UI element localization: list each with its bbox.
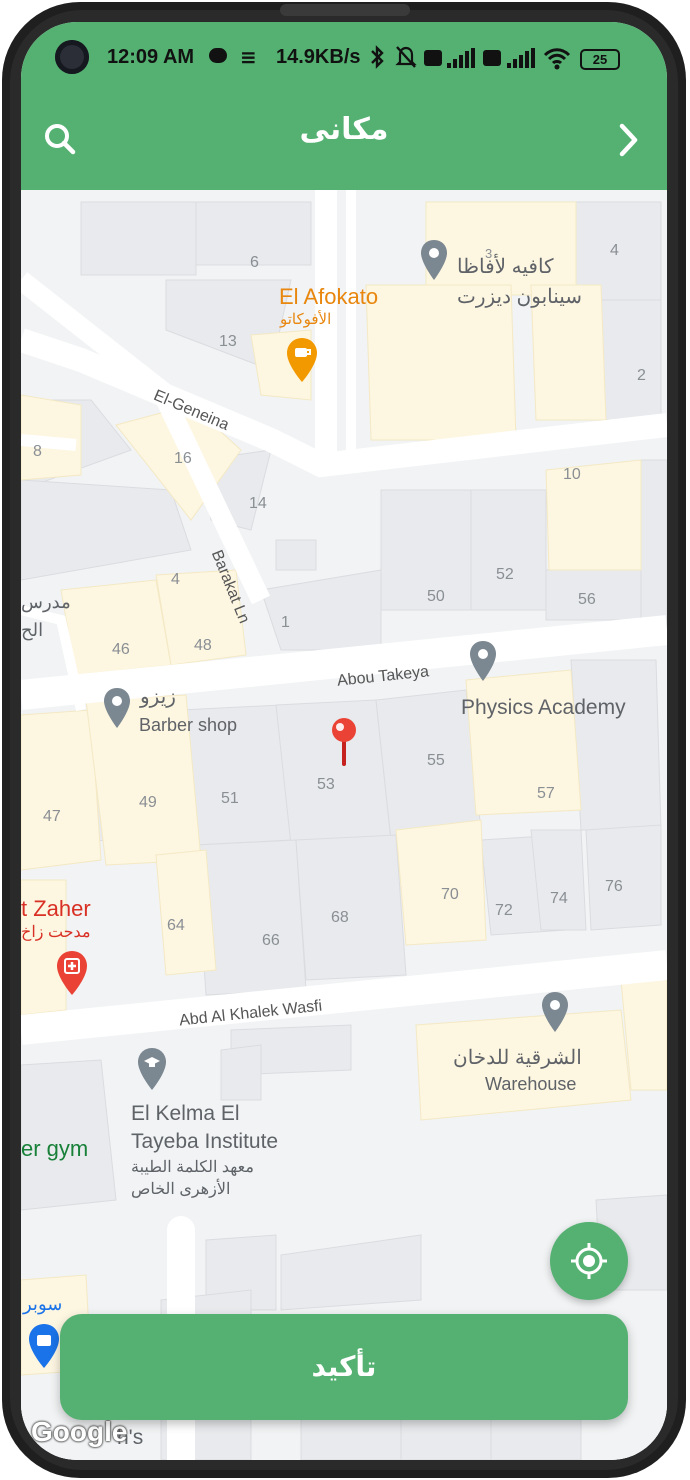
building-number: 55 bbox=[427, 752, 445, 769]
volte-icon-2 bbox=[483, 50, 501, 66]
building-number: 4 bbox=[171, 571, 180, 588]
poi-cafe-arabic-1: كافيه لأفاظا bbox=[457, 256, 554, 278]
app-bar: مكانى bbox=[21, 94, 667, 190]
network-speed: 14.9KB/s bbox=[276, 46, 361, 68]
status-bar: 12:09 AM ≡ 14.9KB/s 25 bbox=[21, 22, 667, 94]
poi-market-arabic: سوبر bbox=[23, 1294, 63, 1314]
poi-barber-arabic: زيزو bbox=[140, 686, 176, 708]
building-number: 14 bbox=[249, 495, 267, 512]
building-number: 74 bbox=[550, 890, 568, 907]
selected-location-pin-icon[interactable] bbox=[329, 716, 359, 766]
place-pin-icon[interactable] bbox=[419, 238, 449, 286]
building-number: 57 bbox=[537, 785, 555, 802]
wifi-icon bbox=[543, 48, 571, 70]
school-pin-icon[interactable] bbox=[136, 1046, 168, 1096]
place-pin-icon[interactable] bbox=[468, 639, 498, 687]
poi-zaher-arabic: مدحت زاخ bbox=[21, 924, 91, 941]
poi-afokato-name: El Afokato bbox=[279, 284, 379, 309]
building-number: 8 bbox=[33, 443, 42, 460]
building-number: 66 bbox=[262, 932, 280, 949]
poi-cafe-arabic-2: سينابون ديزرت bbox=[457, 286, 583, 308]
building-number: 50 bbox=[427, 588, 445, 605]
message-icon bbox=[209, 48, 227, 63]
building-number: 49 bbox=[139, 794, 157, 811]
map-view[interactable]: El-Geneina Barakat Ln Abou Takeya Abd Al… bbox=[21, 190, 667, 1460]
building-number: 16 bbox=[174, 450, 192, 467]
building-number: 51 bbox=[221, 790, 239, 807]
poi-kelma-name-1: El Kelma El bbox=[131, 1102, 240, 1125]
shopping-pin-icon[interactable] bbox=[27, 1322, 61, 1374]
poi-kelma-arabic-2: الأزهرى الخاص bbox=[131, 1181, 231, 1198]
building-number: 48 bbox=[194, 637, 212, 654]
poi-afokato-arabic: الأفوكاتو bbox=[280, 311, 332, 328]
my-location-button[interactable] bbox=[550, 1222, 628, 1300]
page-title: مكانى bbox=[299, 112, 389, 147]
poi-warehouse-arabic: الشرقية للدخان bbox=[453, 1047, 582, 1069]
google-logo: Google bbox=[31, 1416, 128, 1447]
building-number: 52 bbox=[496, 566, 514, 583]
building-number: 70 bbox=[441, 886, 459, 903]
screen: 12:09 AM ≡ 14.9KB/s 25 مكانى El-Geneina … bbox=[21, 22, 667, 1460]
confirm-button[interactable]: تأكيد bbox=[60, 1314, 628, 1420]
poi-school-arabic-1: مدرس bbox=[21, 592, 71, 612]
building-number: 53 bbox=[317, 776, 335, 793]
signal-icon-2 bbox=[507, 48, 535, 68]
building-number: 1 bbox=[281, 614, 290, 631]
signal-icon-1 bbox=[447, 48, 475, 68]
building-number: 64 bbox=[167, 917, 185, 934]
poi-kelma-name-2: Tayeba Institute bbox=[131, 1130, 279, 1153]
status-time: 12:09 AM bbox=[107, 46, 195, 68]
place-pin-icon[interactable] bbox=[540, 990, 570, 1038]
pharmacy-pin-icon[interactable] bbox=[55, 949, 89, 1001]
building-number: 4 bbox=[610, 242, 619, 259]
building-number: 6 bbox=[250, 254, 259, 271]
building-number: 2 bbox=[637, 367, 646, 384]
building-number: 10 bbox=[563, 466, 581, 483]
building-number: 68 bbox=[331, 909, 349, 926]
battery-level: 25 bbox=[592, 52, 608, 67]
building-number: 47 bbox=[43, 808, 61, 825]
poi-zaher-name: t Zaher bbox=[21, 896, 91, 921]
earpiece bbox=[280, 4, 410, 16]
mute-bell-icon bbox=[395, 46, 417, 68]
poi-warehouse-name: Warehouse bbox=[485, 1074, 577, 1094]
poi-barber-name: Barber shop bbox=[139, 715, 238, 735]
poi-kelma-arabic-1: معهد الكلمة الطيبة bbox=[131, 1159, 254, 1176]
building-number: 13 bbox=[219, 333, 237, 350]
place-pin-icon[interactable] bbox=[102, 686, 132, 734]
cafe-pin-icon[interactable] bbox=[285, 336, 319, 388]
forward-button[interactable] bbox=[605, 116, 653, 164]
building-number: 72 bbox=[495, 902, 513, 919]
building-number: 56 bbox=[578, 591, 596, 608]
poi-physics-academy: Physics Academy bbox=[461, 696, 626, 719]
building-number: 46 bbox=[112, 641, 130, 658]
bluetooth-icon bbox=[371, 45, 384, 69]
front-camera bbox=[55, 40, 89, 74]
phone-frame: 12:09 AM ≡ 14.9KB/s 25 مكانى El-Geneina … bbox=[0, 0, 690, 1480]
poi-school-arabic-2: الح bbox=[21, 620, 44, 640]
building-number: 76 bbox=[605, 878, 623, 895]
volte-icon bbox=[424, 50, 442, 66]
poi-gym-name: er gym bbox=[21, 1136, 89, 1161]
data-saver-icon: ≡ bbox=[240, 45, 257, 69]
chevron-right-icon bbox=[619, 123, 638, 157]
my-location-icon bbox=[571, 1243, 607, 1279]
battery-icon: 25 bbox=[580, 49, 620, 70]
